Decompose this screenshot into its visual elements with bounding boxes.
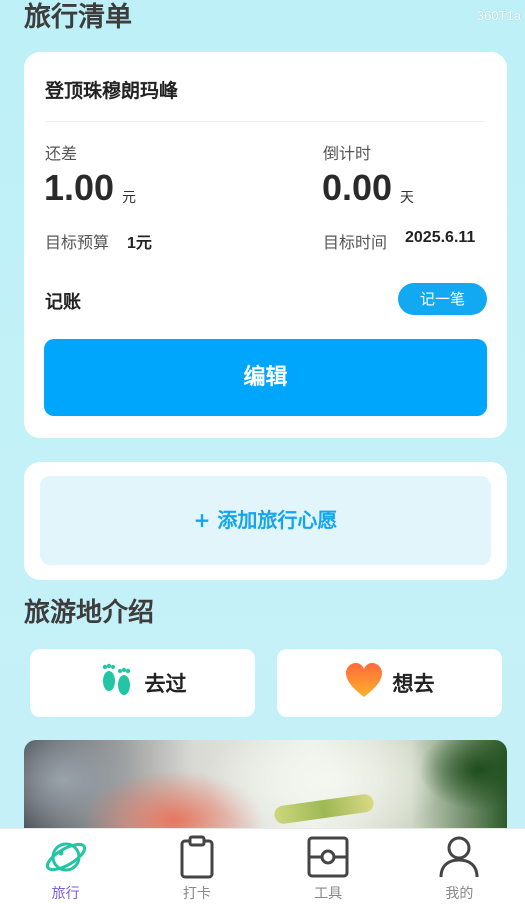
plan-name: 登顶珠穆朗玛峰 xyxy=(45,80,179,102)
budget-value: 1元 xyxy=(127,235,152,252)
photo-detail xyxy=(273,793,375,825)
add-wish-button[interactable]: + 添加旅行心愿 xyxy=(40,476,491,565)
add-wish-card: + 添加旅行心愿 xyxy=(24,462,507,580)
person-icon xyxy=(439,836,479,878)
countdown-unit: 天 xyxy=(400,190,414,206)
target-time-label: 目标时间 xyxy=(323,233,388,252)
tab-mine-label: 我的 xyxy=(445,886,474,902)
travel-plan-card[interactable]: 登顶珠穆朗玛峰 还差 1.00 元 倒计时 0.00 天 目标预算 1元 目标时… xyxy=(24,52,507,438)
toolbox-icon xyxy=(307,836,349,878)
remaining-label: 还差 xyxy=(45,144,78,163)
page-title: 旅行清单 xyxy=(24,2,132,33)
bottom-tab-bar: 旅行 打卡 工具 我的 xyxy=(0,828,525,904)
tab-checkin[interactable]: 打卡 xyxy=(131,829,262,904)
tab-tools-label: 工具 xyxy=(314,886,343,902)
clipboard-icon xyxy=(180,835,214,879)
countdown-label: 倒计时 xyxy=(323,144,372,163)
target-time-value: 2025.6.11 xyxy=(405,229,476,246)
footprints-icon xyxy=(99,661,135,705)
tab-mine[interactable]: 我的 xyxy=(394,829,525,904)
remaining-unit: 元 xyxy=(122,190,136,206)
destination-photo[interactable] xyxy=(24,740,507,840)
destination-intro-title: 旅游地介绍 xyxy=(24,598,155,628)
countdown-value: 0.00 xyxy=(322,167,393,208)
budget-label: 目标预算 xyxy=(45,233,110,252)
tab-travel-label: 旅行 xyxy=(51,886,80,902)
tab-travel[interactable]: 旅行 xyxy=(0,829,131,904)
record-button[interactable]: 记一笔 xyxy=(398,283,487,315)
heart-icon xyxy=(345,663,383,703)
ledger-title: 记账 xyxy=(45,292,81,313)
tab-tools[interactable]: 工具 xyxy=(263,829,394,904)
planet-icon xyxy=(45,842,86,872)
divider xyxy=(45,121,486,122)
visited-label: 去过 xyxy=(144,672,187,696)
remaining-value: 1.00 xyxy=(44,167,115,208)
visited-button[interactable]: 去过 xyxy=(30,649,255,717)
watermark: 360T1a xyxy=(476,8,521,23)
tab-checkin-label: 打卡 xyxy=(182,886,211,902)
want-to-go-button[interactable]: 想去 xyxy=(277,649,502,717)
want-to-go-label: 想去 xyxy=(392,672,435,696)
edit-button[interactable]: 编辑 xyxy=(44,339,487,416)
